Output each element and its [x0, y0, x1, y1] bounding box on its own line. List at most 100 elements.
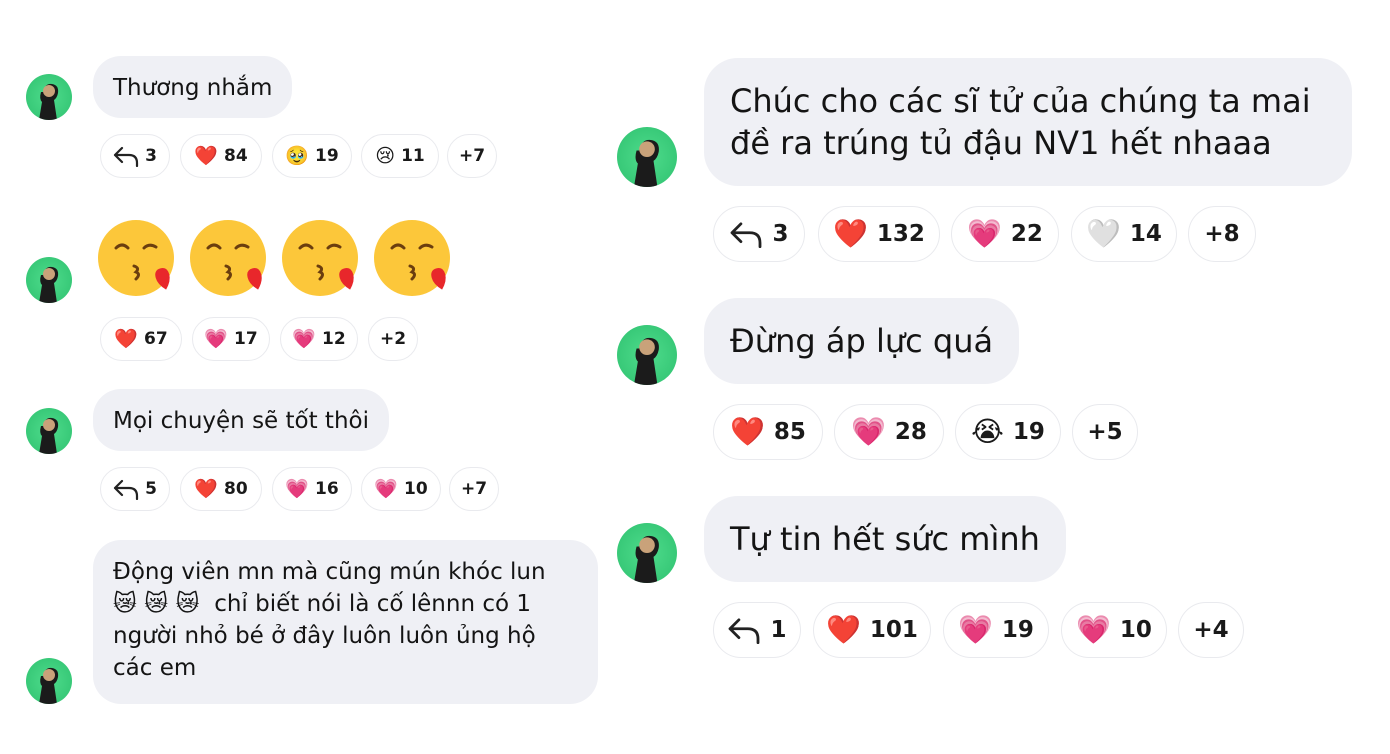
white-heart-icon: 🤍 — [1086, 217, 1121, 250]
message-text: 😿 😿 😿 chỉ biết nói là cố lênnn có 1 — [113, 588, 578, 620]
reaction-count: 14 — [1129, 221, 1162, 247]
reaction-count: 28 — [894, 419, 927, 445]
reaction-count: 19 — [315, 146, 339, 166]
reaction-count: +8 — [1204, 221, 1240, 247]
message-text: Thương nhắm — [113, 75, 273, 101]
red-heart-icon: ❤️ — [194, 144, 218, 167]
reaction-count: 17 — [234, 329, 258, 349]
reaction-count: 80 — [224, 479, 248, 499]
kissing-face-heart-icon — [372, 218, 454, 300]
reaction-pill[interactable]: 🥹 19 — [272, 134, 352, 178]
reaction-count: 12 — [322, 329, 346, 349]
more-reactions-button[interactable]: +7 — [447, 134, 497, 178]
reaction-count: 16 — [315, 479, 339, 499]
reaction-pill[interactable]: 😭 19 — [955, 404, 1061, 460]
more-reactions-button[interactable]: +2 — [368, 317, 418, 361]
reaction-count: 1 — [770, 617, 787, 643]
reaction-count: 3 — [772, 221, 789, 247]
message-text: Mọi chuyện sẽ tốt thôi — [113, 408, 369, 434]
reaction-pill[interactable]: ❤️ 84 — [180, 134, 262, 178]
reply-count-button[interactable]: 1 — [713, 602, 801, 658]
message-bubble: Động viên mn mà cũng mún khóc lun 😿 😿 😿 … — [93, 540, 598, 704]
reaction-count: +4 — [1193, 617, 1229, 643]
message-text: các em — [113, 655, 197, 681]
reaction-pill[interactable]: ❤️ 67 — [100, 317, 182, 361]
message-text: Động viên mn mà cũng mún khóc lun — [113, 559, 546, 585]
reaction-pill[interactable]: 💗 12 — [280, 317, 358, 361]
avatar[interactable] — [617, 325, 677, 385]
reply-icon — [729, 618, 760, 644]
crying-cat-icon: 😿 😿 😿 — [113, 591, 200, 617]
red-heart-icon: ❤️ — [833, 217, 868, 250]
reaction-count: 67 — [144, 329, 168, 349]
reaction-count: 19 — [1012, 419, 1045, 445]
reaction-count: 10 — [404, 479, 428, 499]
reply-count-button[interactable]: 3 — [100, 134, 170, 178]
reaction-count: 22 — [1010, 221, 1043, 247]
message-bubble: Chúc cho các sĩ tử của chúng ta mai đề r… — [704, 58, 1352, 186]
reaction-count: 132 — [876, 221, 925, 247]
reaction-pill[interactable]: 💗 19 — [943, 602, 1049, 658]
more-reactions-button[interactable]: +7 — [449, 467, 499, 511]
reaction-count: 101 — [869, 617, 918, 643]
reply-count-button[interactable]: 5 — [100, 467, 170, 511]
avatar[interactable] — [26, 257, 72, 303]
message-text: người nhỏ bé ở đây luôn luôn ủng hộ — [113, 623, 536, 649]
holding-back-tears-icon: 🥹 — [285, 144, 309, 167]
reply-icon — [113, 479, 139, 500]
message-text: đề ra trúng tủ đậu NV1 hết nhaaa — [730, 124, 1272, 162]
message-bubble: Mọi chuyện sẽ tốt thôi — [93, 389, 389, 451]
reaction-pill[interactable]: 💗 17 — [192, 317, 270, 361]
reaction-count: +2 — [379, 329, 407, 349]
reaction-count: +7 — [458, 146, 486, 166]
reaction-count: 3 — [145, 146, 157, 166]
message-text: Đừng áp lực quá — [730, 322, 994, 360]
kissing-face-heart-icon — [188, 218, 270, 300]
message-text: Chúc cho các sĩ tử của chúng ta mai — [730, 82, 1311, 120]
reaction-pill[interactable]: 😢 11 — [361, 134, 439, 178]
avatar[interactable] — [617, 523, 677, 583]
reaction-pill[interactable]: ❤️ 132 — [818, 206, 940, 262]
more-reactions-button[interactable]: +8 — [1188, 206, 1256, 262]
reaction-count: 11 — [401, 146, 425, 166]
growing-heart-icon: 💗 — [292, 327, 316, 350]
reaction-pill[interactable]: ❤️ 85 — [713, 404, 823, 460]
red-heart-icon: ❤️ — [826, 613, 861, 646]
reaction-count: 10 — [1119, 617, 1152, 643]
message-text: Tự tin hết sức mình — [730, 520, 1040, 558]
message-bubble: Tự tin hết sức mình — [704, 496, 1066, 582]
reaction-count: 19 — [1001, 617, 1034, 643]
growing-heart-icon: 💗 — [958, 613, 993, 646]
message-text-part: chỉ biết nói là cố lênnn có 1 — [214, 591, 531, 617]
pink-heart-icon: 💗 — [374, 477, 398, 500]
growing-heart-icon: 💗 — [285, 477, 309, 500]
pink-heart-icon: 💗 — [204, 327, 228, 350]
reaction-pill[interactable]: 💗 22 — [951, 206, 1059, 262]
avatar[interactable] — [26, 74, 72, 120]
avatar[interactable] — [26, 658, 72, 704]
reaction-pill[interactable]: 💗 28 — [834, 404, 944, 460]
loudly-crying-face-icon: 😭 — [971, 415, 1004, 448]
reaction-pill[interactable]: ❤️ 101 — [813, 602, 931, 658]
message-bubble: Đừng áp lực quá — [704, 298, 1020, 384]
pink-heart-icon: 💗 — [1076, 613, 1111, 646]
reply-count-button[interactable]: 3 — [713, 206, 805, 262]
reaction-pill[interactable]: 💗 10 — [1061, 602, 1167, 658]
reaction-pill[interactable]: 💗 10 — [361, 467, 441, 511]
reaction-pill[interactable]: 🤍 14 — [1071, 206, 1177, 262]
message-bubble: Thương nhắm — [93, 56, 293, 118]
growing-heart-icon: 💗 — [851, 415, 886, 448]
reply-icon — [113, 146, 139, 167]
avatar[interactable] — [617, 127, 677, 187]
red-heart-icon: ❤️ — [114, 327, 138, 350]
reaction-count: +5 — [1087, 419, 1123, 445]
reaction-pill[interactable]: 💗 16 — [272, 467, 352, 511]
red-heart-icon: ❤️ — [730, 415, 765, 448]
reaction-count: 84 — [224, 146, 248, 166]
reaction-pill[interactable]: ❤️ 80 — [180, 467, 262, 511]
crying-face-icon: 😢 — [375, 144, 396, 167]
avatar[interactable] — [26, 408, 72, 454]
more-reactions-button[interactable]: +5 — [1072, 404, 1138, 460]
more-reactions-button[interactable]: +4 — [1178, 602, 1244, 658]
reaction-count: 85 — [773, 419, 806, 445]
